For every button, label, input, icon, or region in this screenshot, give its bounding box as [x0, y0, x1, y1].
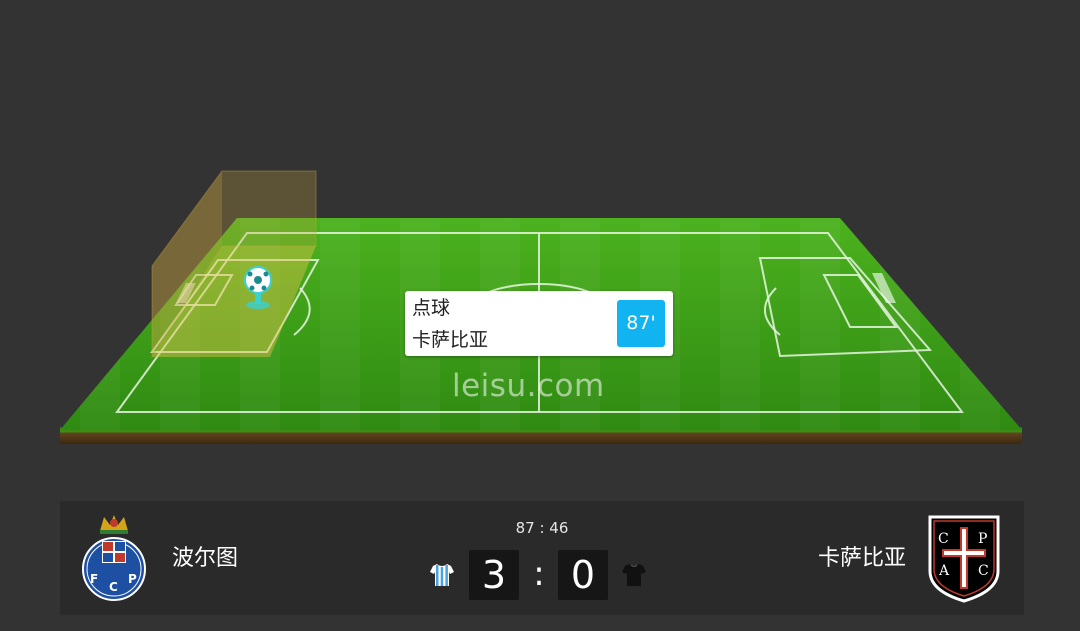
- svg-text:P: P: [978, 531, 987, 547]
- score-separator: :: [533, 554, 545, 594]
- svg-text:A: A: [938, 563, 950, 579]
- away-team-name[interactable]: 卡萨比亚: [818, 545, 906, 573]
- pitch-view: [60, 170, 1022, 444]
- svg-text:C: C: [978, 563, 989, 579]
- away-team-crest-icon[interactable]: C P A C: [924, 511, 1004, 603]
- svg-text:P: P: [128, 572, 137, 586]
- scoreboard: F C P 波尔图 87 : 46 3 : 0 卡萨比亚 C P A C: [60, 501, 1024, 615]
- home-score: 3: [469, 550, 519, 600]
- svg-text:F: F: [90, 572, 98, 586]
- svg-text:C: C: [938, 531, 949, 547]
- away-kit-icon: [622, 564, 646, 586]
- penalty-ball-icon: [244, 266, 272, 309]
- home-kit-icon: [430, 564, 454, 586]
- event-minute-badge: 87': [617, 300, 665, 347]
- event-popup: 点球 卡萨比亚 87': [405, 291, 673, 356]
- event-type-label: 点球: [412, 297, 451, 319]
- svg-text:C: C: [109, 580, 118, 594]
- event-team-label: 卡萨比亚: [412, 329, 489, 351]
- site-watermark: leisu.com: [452, 368, 605, 404]
- match-clock: 87 : 46: [515, 519, 569, 537]
- home-team-name[interactable]: 波尔图: [172, 545, 238, 573]
- away-score: 0: [558, 550, 608, 600]
- live-match-screen: leisu.com 点球 卡萨比亚 87' F C P 波尔图 87 : 46: [0, 0, 1080, 631]
